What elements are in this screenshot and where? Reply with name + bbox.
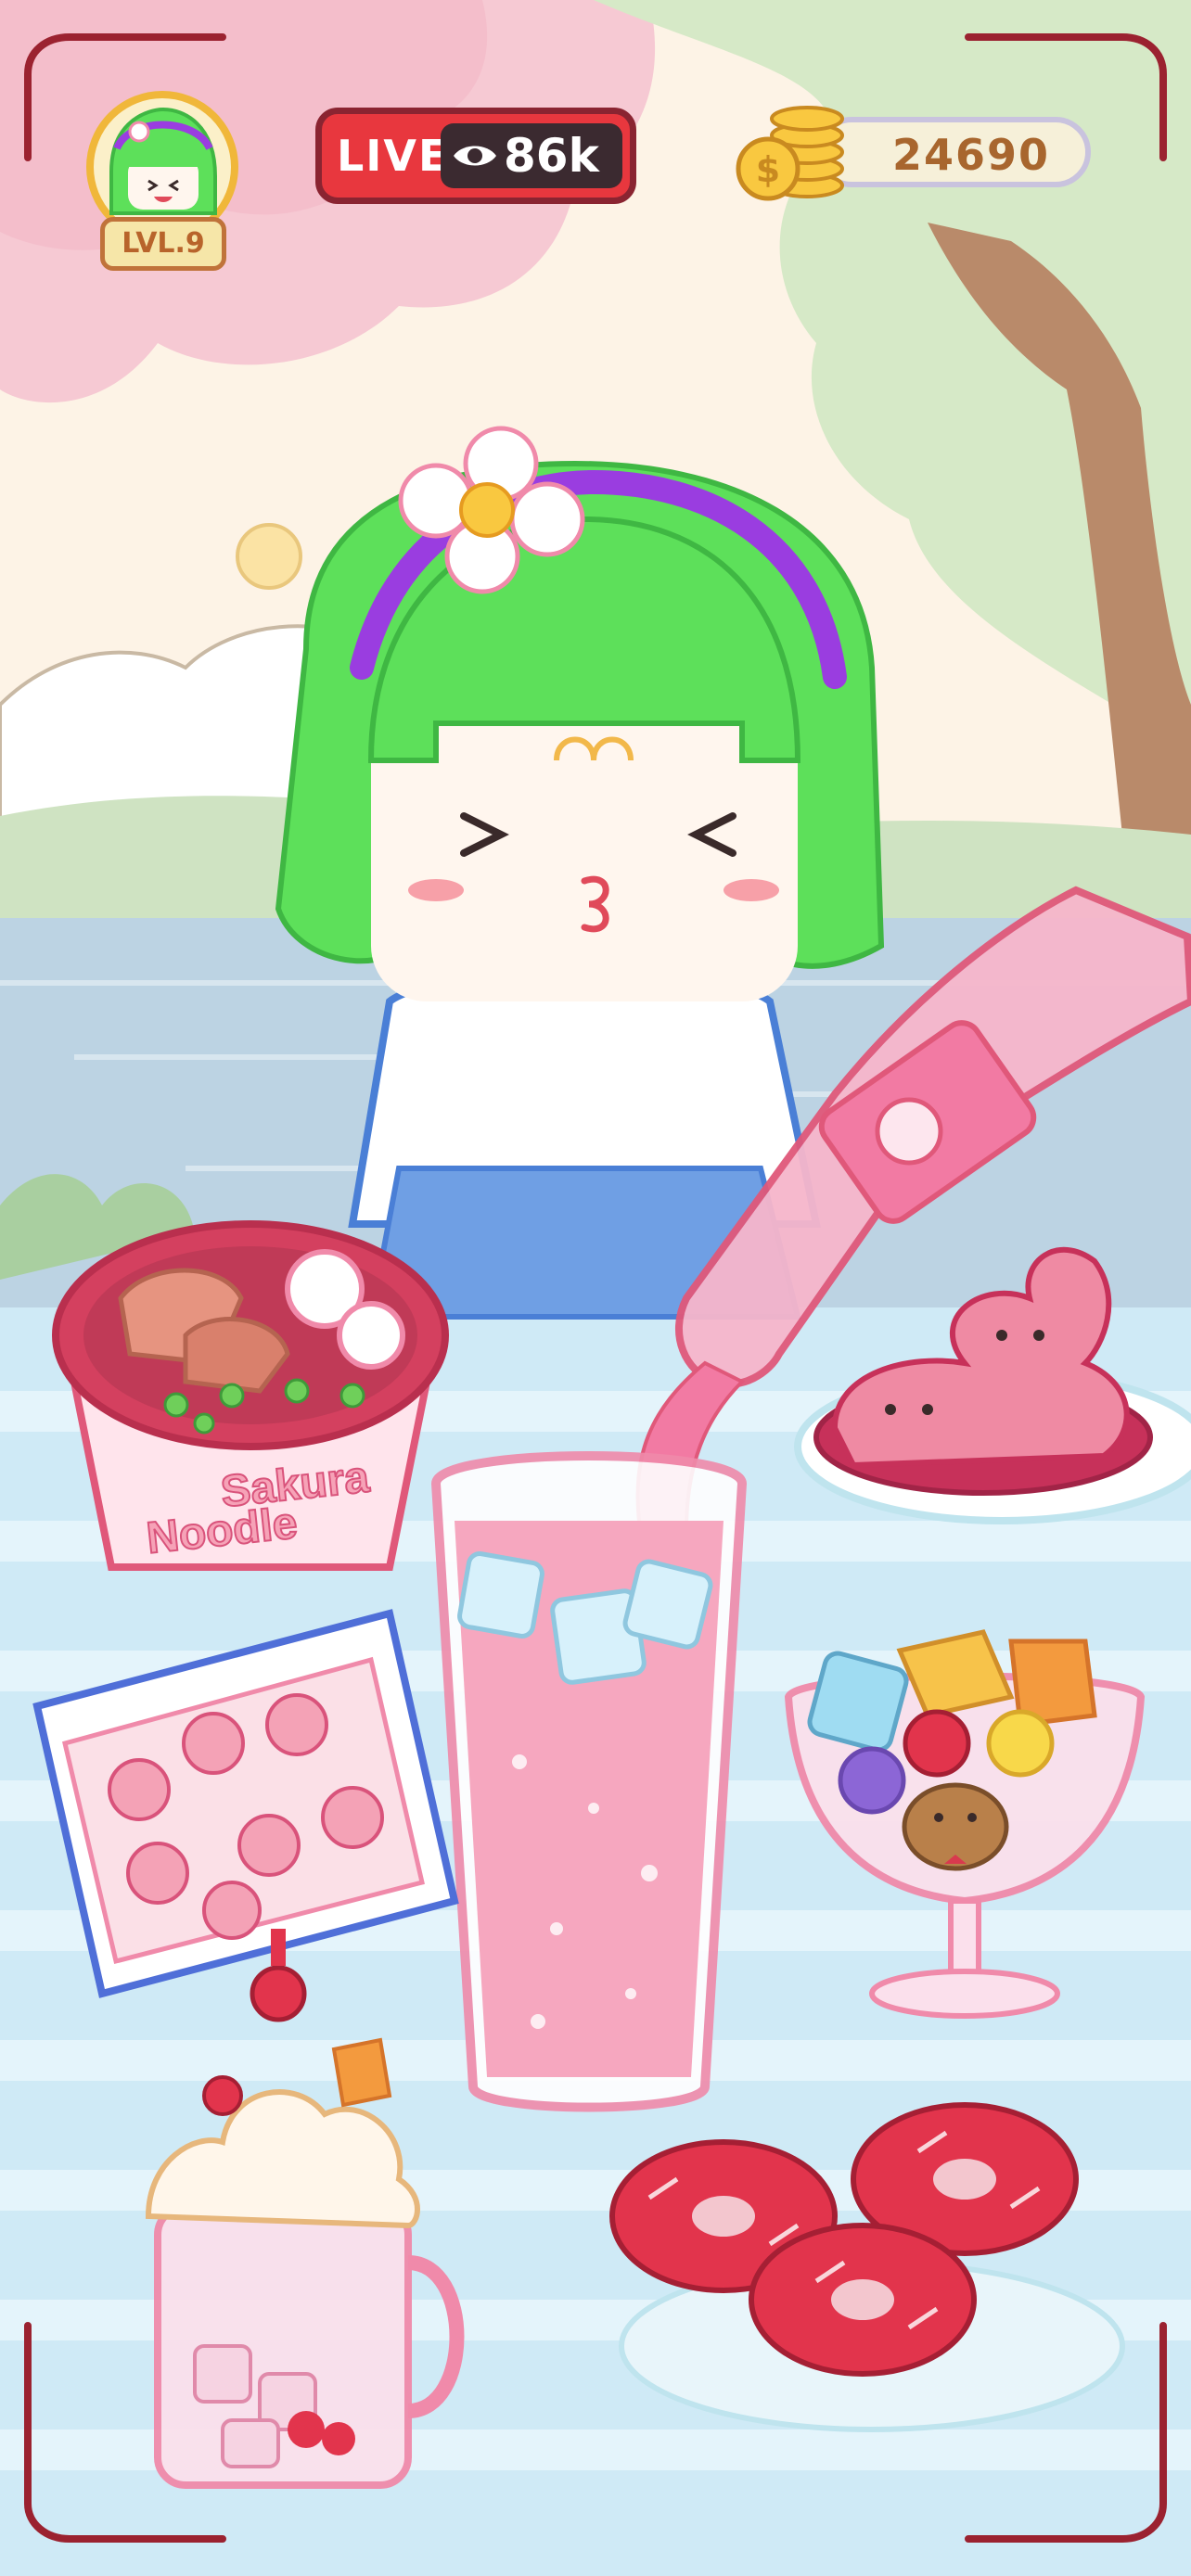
donut bbox=[749, 2223, 977, 2377]
level-badge: LVL.9 bbox=[100, 217, 226, 271]
svg-text:$: $ bbox=[756, 149, 780, 190]
live-label: LIVE bbox=[337, 131, 450, 181]
live-viewers-pill[interactable]: LIVE 86k bbox=[315, 108, 636, 204]
viewer-count: 86k bbox=[504, 129, 599, 183]
coin-counter[interactable]: 24690 bbox=[816, 117, 1091, 187]
coin-stack-icon: $ bbox=[736, 106, 844, 201]
soda-glass[interactable] bbox=[430, 1451, 748, 2112]
game-scene: Sakura Noodle bbox=[0, 0, 1191, 2576]
viewer-count-box: 86k bbox=[441, 123, 622, 188]
coin-count: 24690 bbox=[892, 130, 1051, 180]
eye-icon bbox=[454, 146, 496, 166]
cherry-topping bbox=[250, 1965, 307, 2022]
noodle-cup[interactable]: Sakura Noodle bbox=[52, 1220, 449, 1571]
